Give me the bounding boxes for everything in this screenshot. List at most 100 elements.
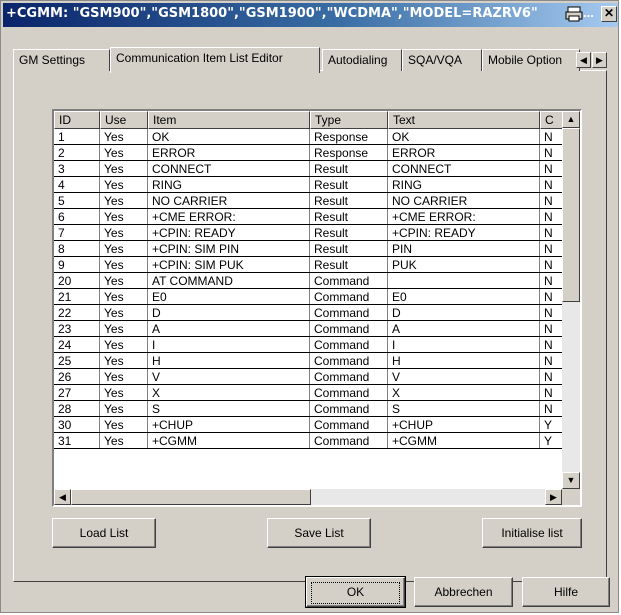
scrollbar-corner: [562, 489, 580, 505]
table-row[interactable]: 21 Yes E0 Command E0 N: [54, 289, 570, 305]
cell-id: 8: [54, 241, 100, 257]
cell-item: +CME ERROR:: [148, 209, 310, 225]
cell-use: Yes: [100, 385, 148, 401]
tab-mobile-option[interactable]: Mobile Option: [482, 49, 580, 71]
cell-text: PIN: [388, 241, 540, 257]
cell-id: 27: [54, 385, 100, 401]
table-row[interactable]: 23 Yes A Command A N: [54, 321, 570, 337]
table-row[interactable]: 22 Yes D Command D N: [54, 305, 570, 321]
cell-item: ERROR: [148, 145, 310, 161]
tab-strip: GM Settings Communication Item List Edit…: [13, 47, 607, 73]
table-row[interactable]: 27 Yes X Command X N: [54, 385, 570, 401]
cell-item: AT COMMAND: [148, 273, 310, 289]
save-list-button[interactable]: Save List: [267, 518, 371, 548]
column-header-use[interactable]: Use: [100, 111, 148, 129]
cell-use: Yes: [100, 129, 148, 145]
cell-text: I: [388, 337, 540, 353]
load-list-button[interactable]: Load List: [52, 518, 156, 548]
cell-id: 9: [54, 257, 100, 273]
table-row[interactable]: 25 Yes H Command H N: [54, 353, 570, 369]
vertical-scroll-thumb[interactable]: [562, 128, 580, 302]
table-row[interactable]: 9 Yes +CPIN: SIM PUK Result PUK N: [54, 257, 570, 273]
close-button[interactable]: ✕: [601, 6, 617, 22]
tab-scroll-left-button[interactable]: ◀: [576, 52, 591, 68]
cell-use: Yes: [100, 369, 148, 385]
cell-text: CONNECT: [388, 161, 540, 177]
table-row[interactable]: 20 Yes AT COMMAND Command N: [54, 273, 570, 289]
cell-type: Command: [310, 353, 388, 369]
column-header-type[interactable]: Type: [310, 111, 388, 129]
scroll-left-button[interactable]: ◀: [54, 489, 71, 505]
cell-type: Result: [310, 177, 388, 193]
tab-autodialing[interactable]: Autodialing: [322, 49, 402, 71]
cell-id: 25: [54, 353, 100, 369]
tab-sqa-vqa[interactable]: SQA/VQA: [402, 49, 482, 71]
row-separator: [54, 448, 564, 449]
table-row[interactable]: 2 Yes ERROR Response ERROR N: [54, 145, 570, 161]
cell-text: S: [388, 401, 540, 417]
chevron-left-icon: ◀: [580, 55, 587, 65]
cell-text: +CPIN: READY: [388, 225, 540, 241]
column-header-item[interactable]: Item: [148, 111, 310, 129]
cancel-button[interactable]: Abbrechen: [414, 577, 513, 607]
initialise-list-button[interactable]: Initialise list: [482, 518, 582, 548]
horizontal-scroll-thumb[interactable]: [71, 489, 311, 505]
cell-text: OK: [388, 129, 540, 145]
vertical-scrollbar[interactable]: ▲ ▼: [562, 111, 580, 489]
cell-type: Result: [310, 161, 388, 177]
table-row[interactable]: 3 Yes CONNECT Result CONNECT N: [54, 161, 570, 177]
ok-button[interactable]: OK: [305, 576, 406, 608]
tab-communication-item-list-editor[interactable]: Communication Item List Editor: [110, 47, 320, 73]
table-row[interactable]: 5 Yes NO CARRIER Result NO CARRIER N: [54, 193, 570, 209]
chevron-right-icon: ▶: [596, 55, 603, 65]
cell-use: Yes: [100, 433, 148, 449]
table-row[interactable]: 6 Yes +CME ERROR: Result +CME ERROR: N: [54, 209, 570, 225]
table-row[interactable]: 7 Yes +CPIN: READY Result +CPIN: READY N: [54, 225, 570, 241]
list-view: ID Use Item Type Text C 1 Yes OK Response OK…: [54, 111, 580, 505]
cell-use: Yes: [100, 177, 148, 193]
cell-type: Command: [310, 369, 388, 385]
cell-id: 30: [54, 417, 100, 433]
table-row[interactable]: 26 Yes V Command V N: [54, 369, 570, 385]
cell-item: V: [148, 369, 310, 385]
cell-use: Yes: [100, 193, 148, 209]
table-row[interactable]: 8 Yes +CPIN: SIM PIN Result PIN N: [54, 241, 570, 257]
horizontal-scrollbar[interactable]: ◀ ▶: [54, 489, 562, 505]
cell-text: V: [388, 369, 540, 385]
table-row[interactable]: 4 Yes RING Result RING N: [54, 177, 570, 193]
cell-id: 20: [54, 273, 100, 289]
cell-item: S: [148, 401, 310, 417]
table-row[interactable]: 31 Yes +CGMM Command +CGMM Y: [54, 433, 570, 449]
cell-type: Command: [310, 321, 388, 337]
table-row[interactable]: 1 Yes OK Response OK N: [54, 129, 570, 145]
focus-rectangle: [311, 582, 400, 604]
scroll-down-button[interactable]: ▼: [562, 472, 580, 489]
cell-id: 26: [54, 369, 100, 385]
column-header-id[interactable]: ID: [54, 111, 100, 129]
cell-use: Yes: [100, 161, 148, 177]
tab-scroll-right-button[interactable]: ▶: [592, 52, 607, 68]
arrow-down-icon: ▼: [566, 475, 576, 485]
cell-use: Yes: [100, 209, 148, 225]
table-row[interactable]: 28 Yes S Command S N: [54, 401, 570, 417]
cell-type: Command: [310, 385, 388, 401]
help-button[interactable]: Hilfe: [522, 577, 610, 607]
cell-use: Yes: [100, 273, 148, 289]
communication-item-list[interactable]: ID Use Item Type Text C 1 Yes OK Response OK…: [52, 109, 582, 507]
title-ellipsis: ...: [583, 5, 594, 20]
cell-item: I: [148, 337, 310, 353]
column-header-text[interactable]: Text: [388, 111, 540, 129]
title-bar[interactable]: +CGMM: "GSM900","GSM1800","GSM1900","WCD…: [3, 3, 618, 27]
tab-gm-settings[interactable]: GM Settings: [13, 49, 110, 71]
cell-id: 23: [54, 321, 100, 337]
cell-use: Yes: [100, 305, 148, 321]
scroll-up-button[interactable]: ▲: [562, 111, 580, 128]
table-row[interactable]: 30 Yes +CHUP Command +CHUP Y: [54, 417, 570, 433]
printer-icon[interactable]: [565, 6, 583, 22]
cell-id: 1: [54, 129, 100, 145]
cell-item: RING: [148, 177, 310, 193]
cell-type: Command: [310, 417, 388, 433]
table-row[interactable]: 24 Yes I Command I N: [54, 337, 570, 353]
scroll-right-button[interactable]: ▶: [545, 489, 562, 505]
cell-text: +CHUP: [388, 417, 540, 433]
